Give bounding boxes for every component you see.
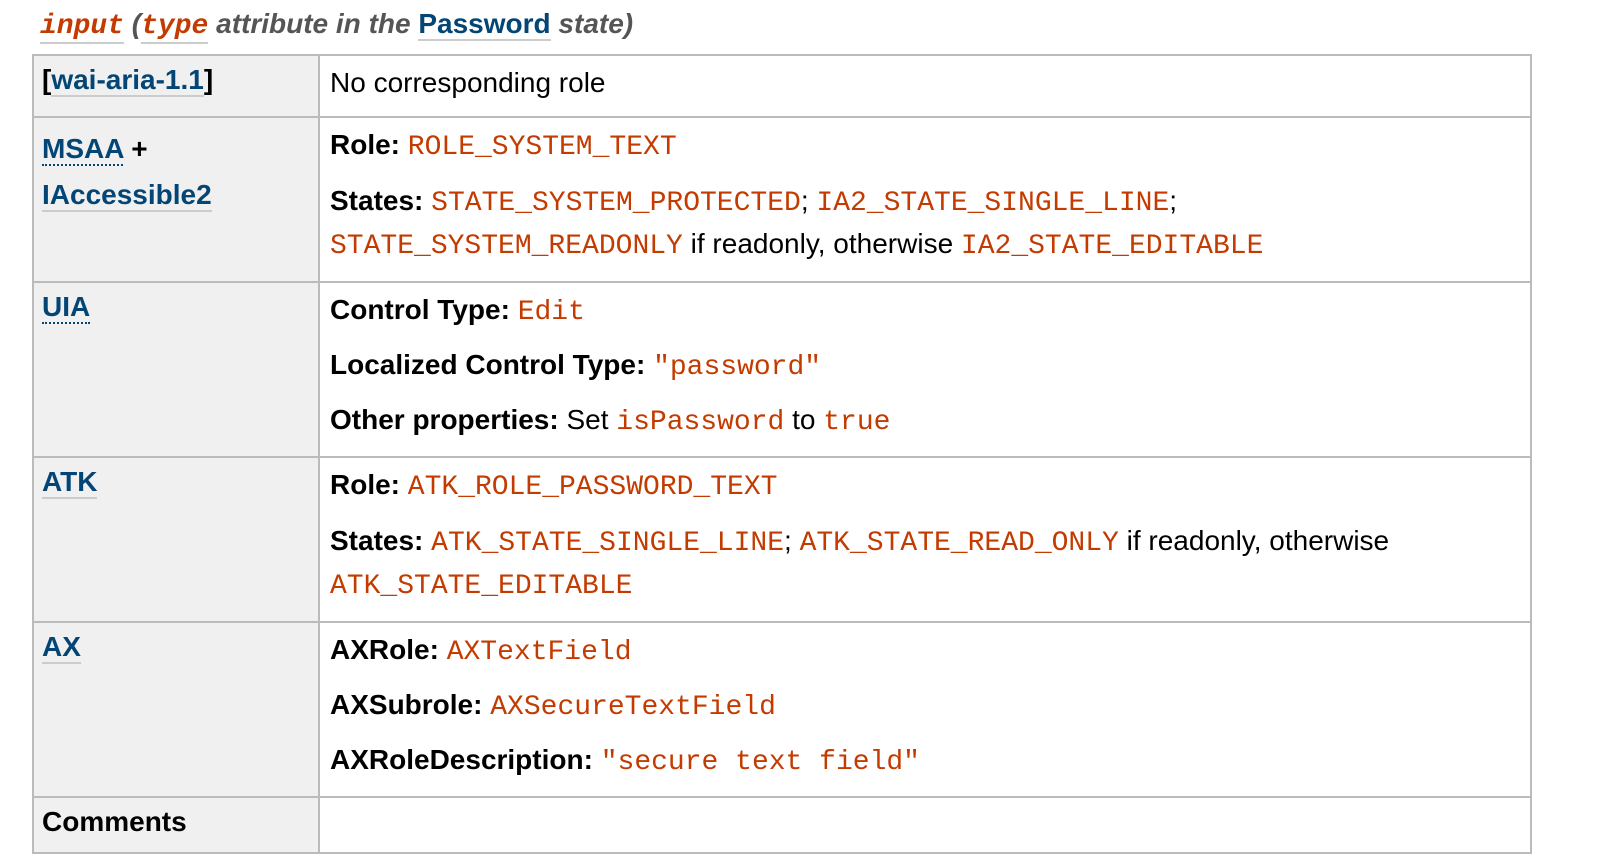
- localized-control-type-label: Localized Control Type:: [330, 349, 646, 380]
- msaa-role-line: Role: ROLE_SYSTEM_TEXT: [330, 126, 1520, 167]
- row-header-aria: [wai-aria-1.1]: [32, 54, 320, 118]
- accessibility-mapping-table: [wai-aria-1.1] No corresponding role MSA…: [32, 54, 1532, 854]
- uia-link[interactable]: UIA: [42, 291, 91, 324]
- ax-role-line: AXRole: AXTextField: [330, 631, 1520, 672]
- state-editable: IA2_STATE_EDITABLE: [960, 231, 1264, 262]
- table-row-atk: ATK Role: ATK_ROLE_PASSWORD_TEXT States:…: [32, 456, 1532, 623]
- state-editable: ATK_STATE_EDITABLE: [330, 571, 633, 602]
- table-row-aria: [wai-aria-1.1] No corresponding role: [32, 54, 1532, 118]
- state-single-line: IA2_STATE_SINGLE_LINE: [816, 188, 1170, 219]
- ax-role-description-value: "secure text field": [600, 747, 920, 778]
- bracket-open: [: [42, 64, 52, 95]
- element-name-link[interactable]: input: [40, 11, 125, 44]
- uia-control-type-line: Control Type: Edit: [330, 291, 1520, 332]
- ia2-header-line: IAccessible2: [42, 172, 310, 218]
- ax-role-label: AXRole:: [330, 634, 439, 665]
- to-text: to: [792, 404, 816, 435]
- role-value: ATK_ROLE_PASSWORD_TEXT: [407, 472, 778, 503]
- role-value: ROLE_SYSTEM_TEXT: [407, 132, 677, 163]
- ax-subrole-line: AXSubrole: AXSecureTextField: [330, 686, 1520, 727]
- iaccessible2-link[interactable]: IAccessible2: [42, 179, 212, 212]
- comments-label: Comments: [42, 806, 187, 837]
- role-label: Role:: [330, 469, 400, 500]
- attribute-name-link[interactable]: type: [141, 11, 209, 44]
- state-single-line: ATK_STATE_SINGLE_LINE: [431, 528, 785, 559]
- state-readonly: STATE_SYSTEM_READONLY: [330, 231, 683, 262]
- table-row-comments: Comments: [32, 796, 1532, 854]
- ax-role-description-line: AXRoleDescription: "secure text field": [330, 741, 1520, 782]
- states-label: States:: [330, 185, 424, 216]
- table-row-ax: AX AXRole: AXTextField AXSubrole: AXSecu…: [32, 621, 1532, 798]
- ax-link[interactable]: AX: [42, 631, 81, 664]
- uia-localized-type-line: Localized Control Type: "password": [330, 346, 1520, 387]
- localized-control-type-value: "password": [653, 352, 822, 383]
- row-header-atk: ATK: [32, 456, 320, 623]
- set-text: Set: [566, 404, 609, 435]
- row-value-msaa: Role: ROLE_SYSTEM_TEXT States: STATE_SYS…: [318, 116, 1532, 283]
- msaa-states-line: States: STATE_SYSTEM_PROTECTED; IA2_STAT…: [330, 181, 1520, 267]
- row-value-ax: AXRole: AXTextField AXSubrole: AXSecureT…: [318, 621, 1532, 798]
- row-header-msaa: MSAA + IAccessible2: [32, 116, 320, 283]
- msaa-link[interactable]: MSAA: [42, 133, 124, 166]
- caption-text-2: state): [558, 8, 634, 39]
- uia-other-properties-line: Other properties: Set isPassword to true: [330, 401, 1520, 442]
- table-row-uia: UIA Control Type: Edit Localized Control…: [32, 281, 1532, 458]
- atk-role-line: Role: ATK_ROLE_PASSWORD_TEXT: [330, 466, 1520, 507]
- plus-sign: +: [131, 133, 148, 164]
- ax-subrole-label: AXSubrole:: [330, 689, 483, 720]
- atk-states-line: States: ATK_STATE_SINGLE_LINE; ATK_STATE…: [330, 521, 1520, 607]
- wai-aria-link[interactable]: wai-aria-1.1: [51, 64, 204, 97]
- password-state-link[interactable]: Password: [418, 8, 551, 41]
- separator: ;: [784, 525, 792, 556]
- is-password-property: isPassword: [616, 407, 785, 438]
- table-row-msaa: MSAA + IAccessible2 Role: ROLE_SYSTEM_TE…: [32, 116, 1532, 283]
- row-value-uia: Control Type: Edit Localized Control Typ…: [318, 281, 1532, 458]
- row-value-aria: No corresponding role: [318, 54, 1532, 118]
- other-properties-label: Other properties:: [330, 404, 559, 435]
- separator: ;: [800, 185, 809, 216]
- ax-role-description-label: AXRoleDescription:: [330, 744, 593, 775]
- row-header-uia: UIA: [32, 281, 320, 458]
- aria-role-text: No corresponding role: [330, 67, 606, 98]
- atk-link[interactable]: ATK: [42, 466, 98, 499]
- state-read-only: ATK_STATE_READ_ONLY: [799, 528, 1119, 559]
- state-protected: STATE_SYSTEM_PROTECTED: [431, 188, 801, 219]
- separator: ;: [1169, 185, 1178, 216]
- caption-text-1: attribute in the: [216, 8, 411, 39]
- row-value-atk: Role: ATK_ROLE_PASSWORD_TEXT States: ATK…: [318, 456, 1532, 623]
- readonly-condition-text: if readonly, otherwise: [690, 228, 954, 259]
- caption-open-paren: (: [131, 8, 142, 39]
- msaa-header-line: MSAA +: [42, 126, 310, 172]
- bracket-close: ]: [203, 64, 214, 95]
- states-label: States:: [330, 525, 424, 556]
- table-caption: input (type attribute in the Password st…: [40, 8, 633, 50]
- row-header-comments: Comments: [32, 796, 320, 854]
- row-header-ax: AX: [32, 621, 320, 798]
- role-label: Role:: [330, 129, 400, 160]
- control-type-label: Control Type:: [330, 294, 510, 325]
- ax-role-value: AXTextField: [446, 637, 632, 668]
- true-value: true: [823, 407, 891, 438]
- ax-subrole-value: AXSecureTextField: [490, 692, 776, 723]
- readonly-condition-text: if readonly, otherwise: [1126, 525, 1390, 556]
- control-type-value: Edit: [517, 297, 585, 328]
- row-value-comments: [318, 796, 1532, 854]
